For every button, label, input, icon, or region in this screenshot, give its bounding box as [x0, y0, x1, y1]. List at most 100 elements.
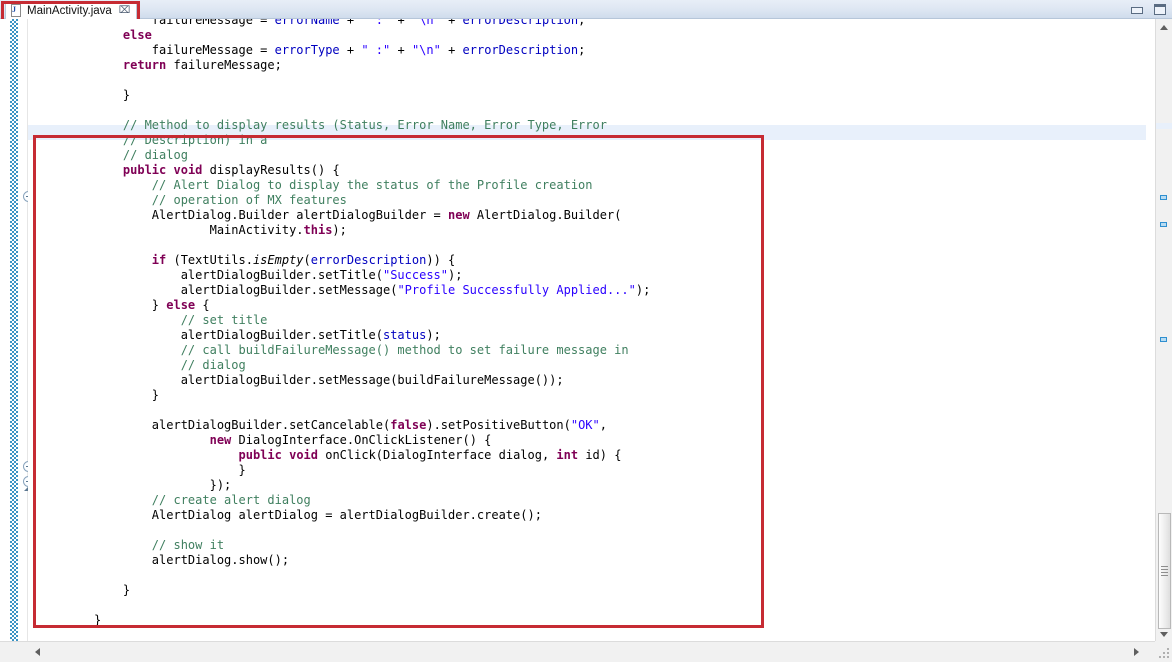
- scrollbar-corner: [1155, 641, 1172, 662]
- code-token: [94, 448, 239, 462]
- window-maximize-icon[interactable]: [1154, 4, 1166, 15]
- code-line: // show it: [94, 538, 650, 553]
- code-token: public: [239, 448, 282, 462]
- code-token: alertDialogBuilder.setCancelable(: [94, 418, 390, 432]
- code-token: else: [166, 298, 195, 312]
- code-line: // Alert Dialog to display the status of…: [94, 178, 650, 193]
- code-line: alertDialogBuilder.setMessage("Profile S…: [94, 283, 650, 298]
- window-minimize-icon[interactable]: [1131, 7, 1143, 14]
- code-line: [94, 403, 650, 418]
- code-token: ;: [578, 19, 585, 27]
- code-token: // Method to display results (Status, Er…: [94, 118, 607, 132]
- code-token: ;: [578, 43, 585, 57]
- code-line: failureMessage = errorType + " :" + "\n"…: [94, 43, 650, 58]
- code-line: // dialog: [94, 358, 650, 373]
- vertical-scrollbar-thumb[interactable]: [1158, 513, 1171, 629]
- code-token: // show it: [94, 538, 224, 552]
- code-token: "\n": [412, 43, 441, 57]
- code-token: alertDialog.show();: [94, 553, 289, 567]
- source-code[interactable]: failureMessage = errorName + " :" + "\n"…: [94, 19, 650, 628]
- code-token: "\n": [412, 19, 441, 27]
- code-token: errorDescription: [463, 19, 579, 27]
- code-token: }: [94, 583, 130, 597]
- code-token: }: [94, 388, 159, 402]
- code-token: }: [94, 613, 101, 627]
- code-token: " :": [361, 19, 390, 27]
- scroll-down-arrow-icon[interactable]: [1156, 626, 1172, 641]
- code-token: alertDialogBuilder.setTitle(: [94, 328, 383, 342]
- java-file-icon: J: [10, 4, 23, 18]
- code-line: public void onClick(DialogInterface dial…: [94, 448, 650, 463]
- code-line: } else {: [94, 298, 650, 313]
- horizontal-scrollbar[interactable]: [0, 641, 1172, 662]
- code-line: alertDialogBuilder.setTitle(status);: [94, 328, 650, 343]
- code-token: [94, 58, 123, 72]
- code-token: }: [94, 463, 246, 477]
- code-line: alertDialog.show();: [94, 553, 650, 568]
- quick-diff-ruler: [10, 19, 18, 641]
- java-file-icon-letter: J: [12, 5, 16, 15]
- code-line: });: [94, 478, 650, 493]
- code-token: if: [152, 253, 166, 267]
- code-token: });: [94, 478, 231, 492]
- code-line: // Method to display results (Status, Er…: [94, 118, 650, 133]
- resize-grip-icon[interactable]: [1158, 648, 1170, 660]
- code-line: MainActivity.this);: [94, 223, 650, 238]
- overview-ruler-mark[interactable]: [1160, 195, 1167, 200]
- code-line: [94, 73, 650, 88]
- code-token: "Profile Successfully Applied...": [397, 283, 635, 297]
- editor-left-gutter: [0, 19, 28, 641]
- code-text-surface[interactable]: failureMessage = errorName + " :" + "\n"…: [28, 19, 1146, 641]
- code-token: (TextUtils.: [166, 253, 253, 267]
- code-line: AlertDialog.Builder alertDialogBuilder =…: [94, 208, 650, 223]
- code-token: public: [123, 163, 166, 177]
- code-token: DialogInterface.OnClickListener() {: [231, 433, 491, 447]
- code-line: public void displayResults() {: [94, 163, 650, 178]
- code-line: new DialogInterface.OnClickListener() {: [94, 433, 650, 448]
- code-token: }: [94, 298, 166, 312]
- code-line: [94, 568, 650, 583]
- code-line: failureMessage = errorName + " :" + "\n"…: [94, 19, 650, 28]
- code-token: // call buildFailureMessage() method to …: [94, 343, 629, 357]
- code-token: [94, 163, 123, 177]
- scroll-left-arrow-icon[interactable]: [30, 644, 46, 660]
- scroll-right-arrow-icon[interactable]: [1128, 644, 1144, 660]
- code-token: // Description) in a: [94, 133, 267, 147]
- code-line: // operation of MX features: [94, 193, 650, 208]
- vertical-scrollbar[interactable]: [1155, 19, 1172, 641]
- code-token: // Alert Dialog to display the status of…: [94, 178, 593, 192]
- code-token: {: [195, 298, 209, 312]
- code-token: [282, 448, 289, 462]
- code-token: alertDialogBuilder.setMessage(buildFailu…: [94, 373, 564, 387]
- editor-tab-label: MainActivity.java: [27, 3, 112, 19]
- code-line: [94, 523, 650, 538]
- code-line: }: [94, 88, 650, 103]
- code-token: +: [390, 19, 412, 27]
- code-token: // set title: [94, 313, 267, 327]
- editor-tab-strip: J MainActivity.java ⌧: [0, 0, 1172, 19]
- code-token: "Success": [383, 268, 448, 282]
- code-line: // Description) in a: [94, 133, 650, 148]
- code-editor-area[interactable]: failureMessage = errorName + " :" + "\n"…: [0, 19, 1172, 641]
- code-token: // create alert dialog: [94, 493, 311, 507]
- code-line: alertDialogBuilder.setMessage(buildFailu…: [94, 373, 650, 388]
- code-line: // dialog: [94, 148, 650, 163]
- overview-ruler-mark[interactable]: [1160, 337, 1167, 342]
- eclipse-editor-window: J MainActivity.java ⌧ failureMessage = e…: [0, 0, 1172, 662]
- code-line: alertDialogBuilder.setTitle("Success");: [94, 268, 650, 283]
- scroll-up-arrow-icon[interactable]: [1156, 19, 1172, 34]
- code-token: else: [123, 28, 152, 42]
- code-line: // call buildFailureMessage() method to …: [94, 343, 650, 358]
- code-token: "OK": [571, 418, 600, 432]
- overview-ruler-mark[interactable]: [1160, 222, 1167, 227]
- code-token: AlertDialog.Builder(: [470, 208, 622, 222]
- code-token: alertDialogBuilder.setMessage(: [94, 283, 397, 297]
- close-icon[interactable]: ⌧: [119, 6, 131, 16]
- editor-tab-mainactivity[interactable]: J MainActivity.java ⌧: [5, 1, 137, 19]
- code-token: )) {: [426, 253, 455, 267]
- code-token: +: [441, 19, 463, 27]
- code-token: // dialog: [94, 358, 246, 372]
- code-line: }: [94, 388, 650, 403]
- code-token: errorDescription: [463, 43, 579, 57]
- code-token: AlertDialog.Builder alertDialogBuilder =: [94, 208, 448, 222]
